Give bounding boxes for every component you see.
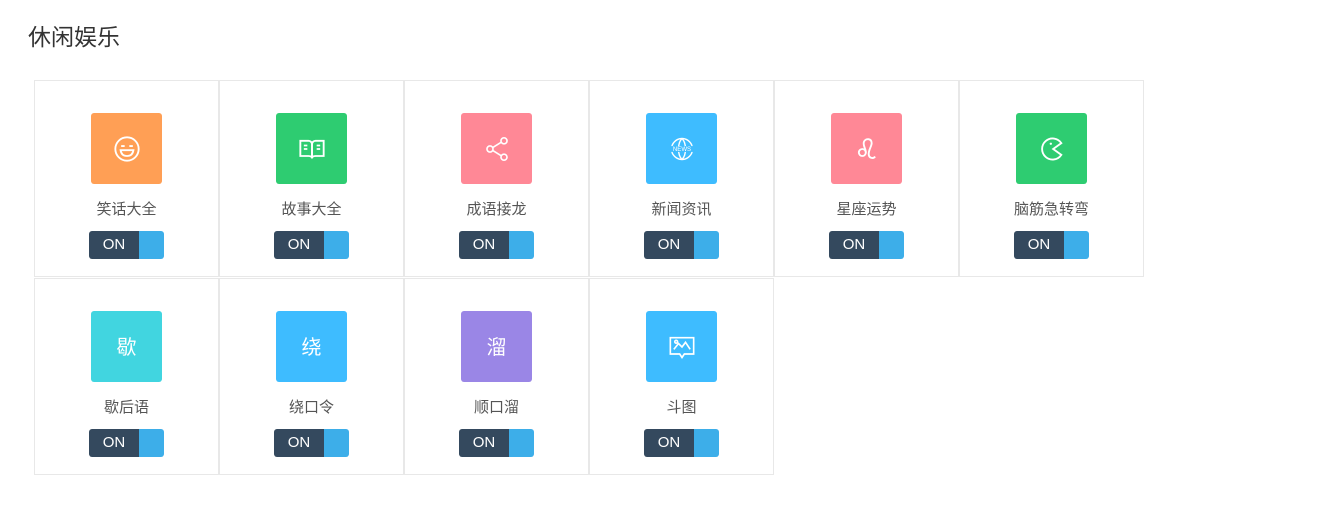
toggle-knob[interactable] [139,429,164,457]
item-label: 斗图 [666,398,697,416]
enable-toggle[interactable]: ON [644,429,719,457]
toggle-knob[interactable] [324,429,349,457]
svg-text:NEWS: NEWS [672,147,690,153]
toggle-state-label: ON [644,429,694,457]
enable-toggle[interactable]: ON [829,231,904,259]
toggle-knob[interactable] [879,231,904,259]
enable-toggle[interactable]: ON [459,429,534,457]
page-title: 休闲娱乐 [28,25,120,51]
item-label: 顺口溜 [473,398,519,416]
share-nodes-icon [461,113,532,184]
toggle-state-label: ON [89,429,139,457]
grid-cell: 脑筋急转弯 ON [959,80,1144,277]
pacman-icon [1016,113,1087,184]
toggle-state-label: ON [459,231,509,259]
grid-cell: 歇歇后语 ON [34,278,219,475]
toggle-state-label: ON [274,231,324,259]
toggle-state-label: ON [459,429,509,457]
laugh-face-icon [91,113,162,184]
enable-toggle[interactable]: ON [459,231,534,259]
open-book-icon [276,113,347,184]
leo-zodiac-icon [831,113,902,184]
char-icon: 溜 [461,311,532,382]
item-label: 脑筋急转弯 [1013,200,1089,218]
grid-cell: NEWS 新闻资讯 ON [589,80,774,277]
toggle-state-label: ON [1014,231,1064,259]
grid-cell: 绕绕口令 ON [219,278,404,475]
toggle-state-label: ON [829,231,879,259]
grid-cell: 溜顺口溜 ON [404,278,589,475]
grid-cell: 星座运势 ON [774,80,959,277]
toggle-knob[interactable] [509,429,534,457]
grid-cell: 笑话大全 ON [34,80,219,277]
toggle-state-label: ON [89,231,139,259]
toggle-knob[interactable] [139,231,164,259]
grid-cell: 故事大全 ON [219,80,404,277]
char-icon: 绕 [276,311,347,382]
toggle-knob[interactable] [509,231,534,259]
item-label: 故事大全 [281,200,342,218]
grid-cell: 成语接龙 ON [404,80,589,277]
toggle-knob[interactable] [694,231,719,259]
item-label: 绕口令 [288,398,334,416]
image-board-icon [646,311,717,382]
enable-toggle[interactable]: ON [274,429,349,457]
toggle-knob[interactable] [324,231,349,259]
item-label: 星座运势 [836,200,897,218]
item-label: 笑话大全 [96,200,157,218]
icon-char: 溜 [486,334,507,359]
enable-toggle[interactable]: ON [89,231,164,259]
news-globe-icon: NEWS [646,113,717,184]
item-label: 成语接龙 [466,200,527,218]
toggle-knob[interactable] [694,429,719,457]
icon-char: 歇 [116,334,137,359]
item-label: 新闻资讯 [651,200,712,218]
toggle-state-label: ON [644,231,694,259]
enable-toggle[interactable]: ON [89,429,164,457]
enable-toggle[interactable]: ON [274,231,349,259]
grid-cell: 斗图 ON [589,278,774,475]
char-icon: 歇 [91,311,162,382]
enable-toggle[interactable]: ON [1014,231,1089,259]
toggle-knob[interactable] [1064,231,1089,259]
enable-toggle[interactable]: ON [644,231,719,259]
toggle-state-label: ON [274,429,324,457]
icon-char: 绕 [301,334,322,359]
item-label: 歇后语 [103,398,149,416]
